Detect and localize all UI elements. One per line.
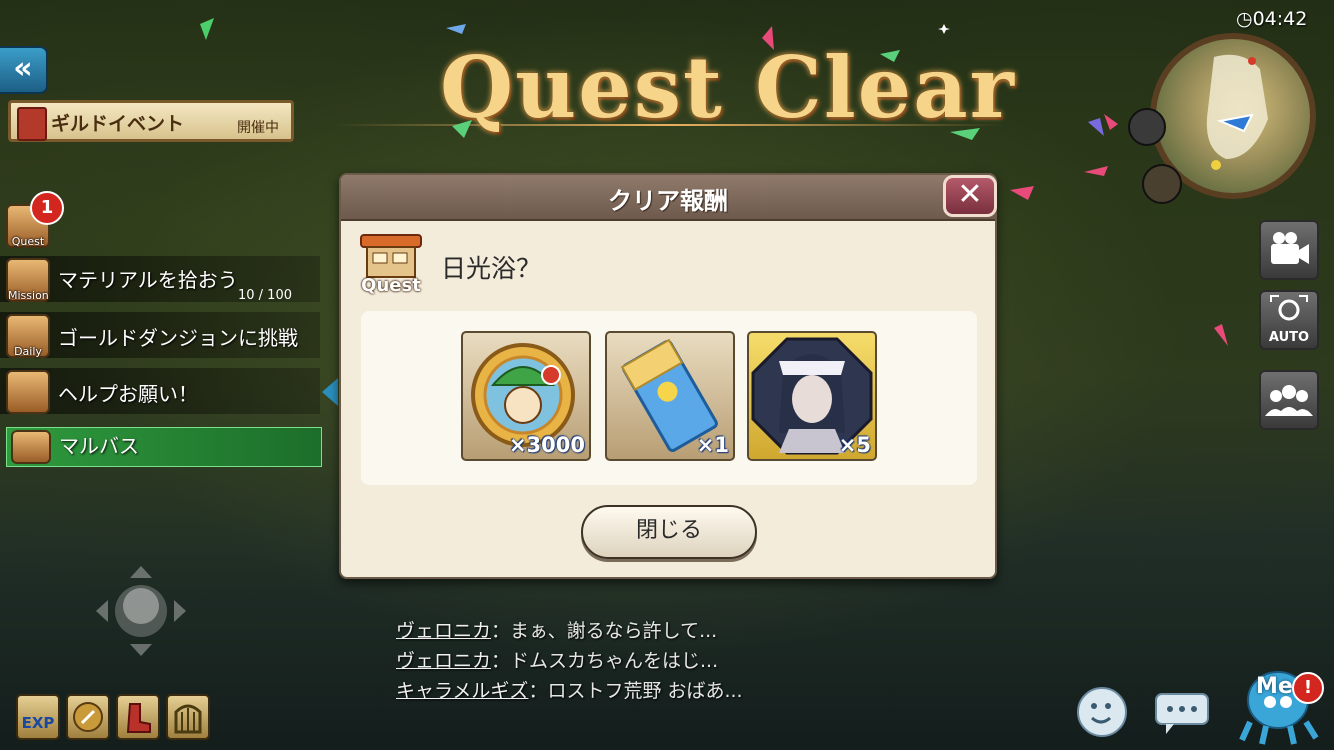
location-marubas[interactable]: マルバス	[6, 427, 322, 467]
mission-item-help[interactable]: ヘルプお願い！	[0, 368, 320, 414]
me-button[interactable]: Me !	[1236, 660, 1326, 746]
chat-message: ：ドムスカちゃんをはじ...	[491, 650, 719, 672]
location-name: マルバス	[59, 434, 139, 458]
guild-event-status: 開催中	[237, 120, 279, 136]
gate-icon	[174, 704, 202, 734]
reward-panel: ×3000 ×1 ×5	[361, 311, 977, 485]
chat-message: ：まぁ、謝るなら許して...	[491, 620, 718, 642]
quest-menu-label: Quest	[11, 235, 45, 248]
exp-button[interactable]: EXP	[16, 694, 60, 740]
reward-qty-character: ×5	[838, 433, 871, 457]
timer-value: 04:42	[1252, 8, 1308, 30]
mission-text: マテリアルを拾おう	[58, 268, 238, 292]
daily-mission-text: ゴールドダンジョンに挑戦	[58, 326, 298, 350]
reward-item-ticket[interactable]: ×1	[605, 331, 735, 461]
chat-line[interactable]: ヴェロニカ：ドムスカちゃんをはじ...	[396, 646, 718, 673]
party-button[interactable]	[1259, 370, 1319, 430]
mission-progress: 10 / 100	[238, 288, 292, 303]
clear-reward-dialog: クリア報酬 ✕ Quest 日光浴？ ×3000 ×1 ×5 閉じる	[339, 173, 997, 579]
chat-username[interactable]: ヴェロニカ	[396, 650, 491, 672]
auto-icon	[1270, 295, 1308, 321]
clock-icon: ◷	[1236, 8, 1253, 30]
mission-item-materials[interactable]: Mission マテリアルを拾おう 10 / 100	[0, 256, 320, 303]
dpad-control[interactable]	[96, 566, 186, 656]
handshake-icon	[6, 370, 50, 414]
quest-icon-label: Quest	[361, 275, 421, 296]
quest-name: 日光浴？	[441, 254, 542, 283]
chat-username[interactable]: キャラメルギズ	[396, 680, 528, 702]
reward-qty-coin: ×3000	[508, 433, 585, 457]
help-request-text: ヘルプお願い！	[58, 382, 198, 406]
close-dialog-button[interactable]: 閉じる	[581, 505, 757, 559]
camera-icon	[1271, 232, 1309, 264]
emote-button[interactable]	[1066, 680, 1130, 744]
camera-button[interactable]	[1259, 220, 1319, 280]
mission-item-daily[interactable]: Daily ゴールドダンジョンに挑戦	[0, 312, 320, 358]
compass-icon	[73, 702, 103, 732]
gate-button[interactable]	[166, 694, 210, 740]
sidebar-collapse-arrow[interactable]	[322, 378, 338, 406]
boots-button[interactable]	[116, 694, 160, 740]
quest-notification-badge: 1	[30, 191, 64, 225]
door-icon	[17, 107, 47, 141]
boots-icon	[126, 703, 151, 733]
minimap-zoom-button[interactable]	[1128, 108, 1166, 146]
chat-line[interactable]: キャラメルギズ：ロストフ荒野 おばあ...	[396, 676, 743, 703]
chat-line[interactable]: ヴェロニカ：まぁ、謝るなら許して...	[396, 616, 717, 643]
auto-label: AUTO	[1268, 330, 1310, 345]
guild-event-banner[interactable]: ギルドイベント 開催中	[8, 100, 294, 142]
house-icon	[11, 430, 51, 464]
back-button[interactable]: «	[0, 46, 48, 94]
quest-icon: Quest	[357, 233, 425, 299]
party-icon	[1265, 385, 1313, 416]
mission-icon: Mission	[6, 258, 50, 302]
minimap-contents	[1206, 54, 1268, 170]
dialog-title: クリア報酬	[608, 187, 728, 215]
play-timer: ◷04:42	[1236, 8, 1307, 30]
daily-icon: Daily	[6, 314, 50, 358]
guild-event-title: ギルドイベント	[51, 113, 185, 135]
chat-button[interactable]	[1152, 680, 1212, 740]
close-button[interactable]: ✕	[943, 175, 997, 217]
auto-button[interactable]: AUTO	[1259, 290, 1319, 350]
me-label: Me	[1256, 674, 1293, 699]
chat-message: ：ロストフ荒野 おばあ...	[528, 680, 743, 702]
chat-username[interactable]: ヴェロニカ	[396, 620, 491, 642]
me-notification-badge: !	[1292, 672, 1324, 704]
reward-item-character[interactable]: ×5	[747, 331, 877, 461]
compass-button[interactable]	[66, 694, 110, 740]
reward-item-coin[interactable]: ×3000	[461, 331, 591, 461]
minimap-player-marker[interactable]	[1142, 164, 1182, 204]
chat-bubble-icon	[1155, 693, 1209, 734]
reward-qty-ticket: ×1	[696, 433, 729, 457]
smiley-icon	[1077, 687, 1127, 737]
